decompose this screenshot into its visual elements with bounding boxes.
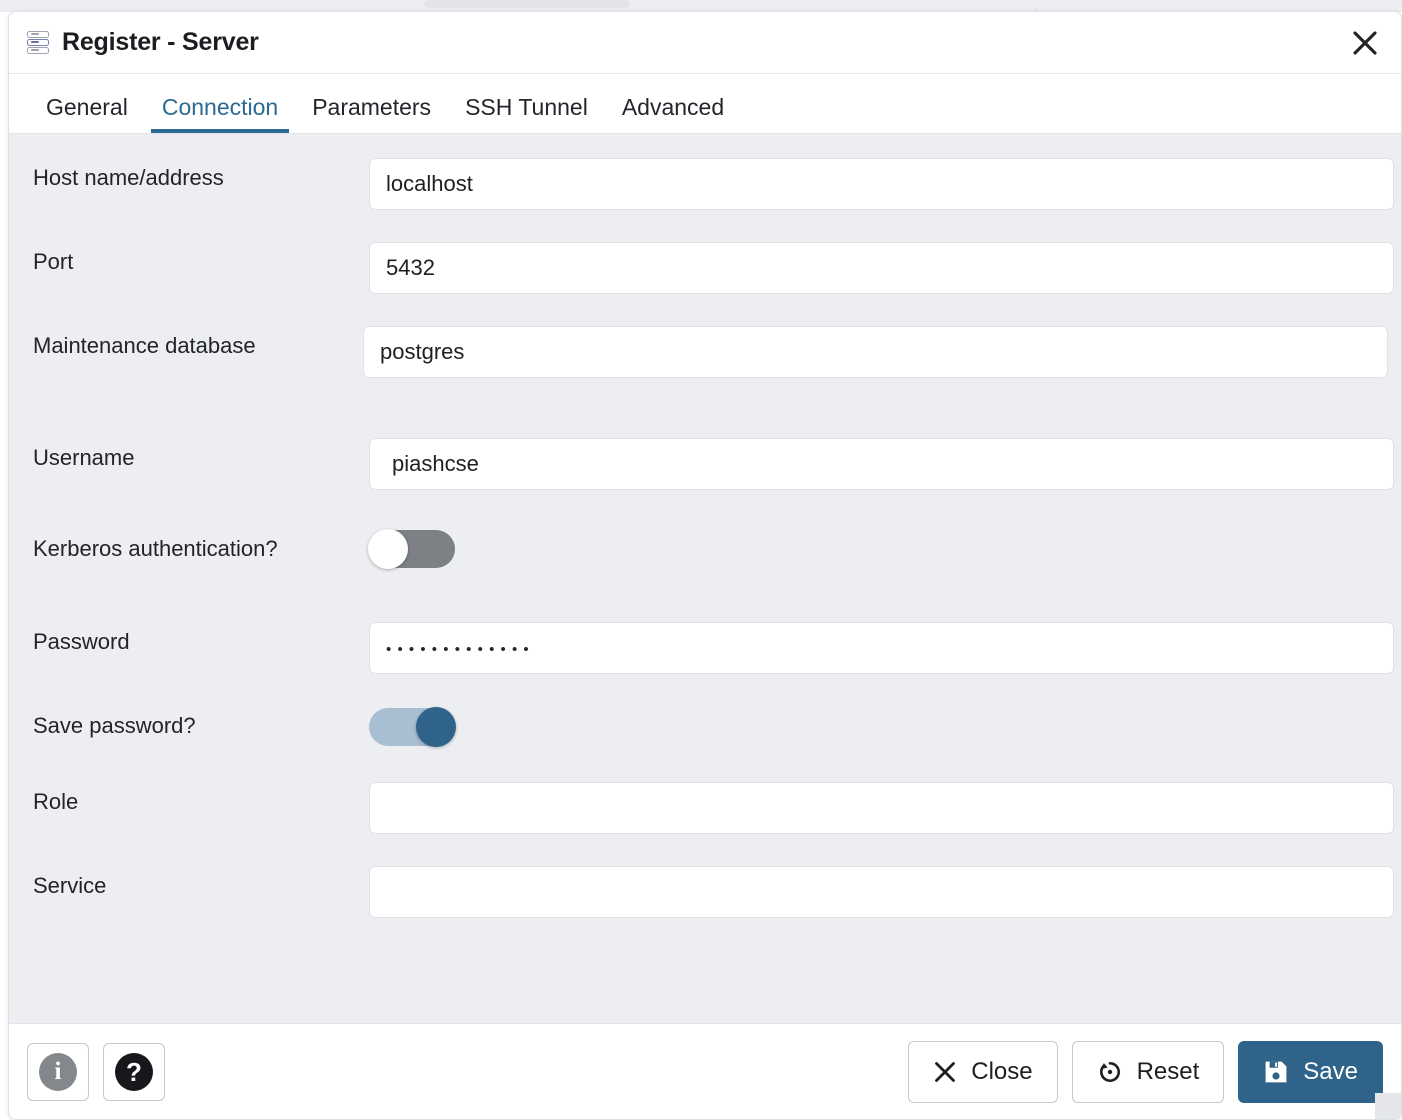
host-input[interactable] bbox=[369, 158, 1394, 210]
kerberos-authentication-toggle[interactable] bbox=[368, 529, 455, 569]
field-row-host: Host name/address bbox=[9, 134, 1401, 210]
server-stack-icon bbox=[27, 30, 49, 56]
footer-right-actions: Close Reset Save bbox=[908, 1040, 1383, 1103]
role-label: Role bbox=[33, 789, 79, 814]
service-input[interactable] bbox=[369, 866, 1394, 918]
save-button[interactable]: Save bbox=[1238, 1040, 1383, 1103]
reset-button[interactable]: Reset bbox=[1071, 1040, 1225, 1103]
username-label: Username bbox=[33, 445, 135, 470]
dialog-titlebar: Register - Server bbox=[9, 12, 1401, 74]
save-floppy-icon bbox=[1263, 1059, 1289, 1085]
field-row-kerberos: Kerberos authentication? bbox=[9, 490, 1401, 569]
host-label: Host name/address bbox=[33, 165, 224, 190]
role-input[interactable] bbox=[369, 782, 1394, 834]
password-label: Password bbox=[33, 629, 130, 654]
port-input[interactable] bbox=[369, 242, 1394, 294]
dialog-title: Register - Server bbox=[62, 28, 259, 56]
connection-form: Host name/address Port Maintenance datab… bbox=[9, 134, 1401, 1023]
reset-button-label: Reset bbox=[1136, 1057, 1200, 1085]
field-row-port: Port bbox=[9, 210, 1401, 294]
field-row-service: Service bbox=[9, 834, 1401, 918]
tab-general[interactable]: General bbox=[29, 96, 145, 133]
help-button[interactable]: ? bbox=[103, 1042, 165, 1101]
tab-connection[interactable]: Connection bbox=[145, 96, 295, 133]
save-password-label: Save password? bbox=[33, 713, 196, 738]
username-input[interactable] bbox=[369, 438, 1394, 490]
port-label: Port bbox=[33, 249, 74, 274]
field-row-username: Username bbox=[9, 378, 1401, 490]
footer-left-actions: i ? bbox=[27, 1042, 165, 1101]
reset-icon bbox=[1097, 1059, 1123, 1085]
info-button[interactable]: i bbox=[27, 1042, 89, 1101]
close-button-label: Close bbox=[971, 1057, 1033, 1085]
close-button[interactable]: Close bbox=[908, 1040, 1058, 1103]
resize-handle[interactable] bbox=[1375, 1093, 1401, 1119]
tab-advanced[interactable]: Advanced bbox=[605, 96, 741, 133]
kerberos-label: Kerberos authentication? bbox=[33, 536, 278, 561]
maintenance-database-label: Maintenance database bbox=[33, 333, 256, 358]
close-icon[interactable] bbox=[1343, 22, 1387, 64]
field-row-maintenance-database: Maintenance database bbox=[9, 294, 1401, 378]
register-server-dialog: Register - Server General Connection Par… bbox=[8, 11, 1402, 1120]
tab-ssh-tunnel[interactable]: SSH Tunnel bbox=[448, 96, 605, 133]
info-icon: i bbox=[39, 1052, 77, 1091]
field-row-role: Role bbox=[9, 746, 1401, 834]
password-input[interactable] bbox=[369, 622, 1394, 674]
save-button-label: Save bbox=[1303, 1057, 1358, 1085]
field-row-save-password: Save password? bbox=[9, 674, 1401, 747]
field-row-password: Password bbox=[9, 569, 1401, 674]
maintenance-database-input[interactable] bbox=[363, 326, 1388, 378]
tab-parameters[interactable]: Parameters bbox=[295, 96, 448, 133]
close-x-icon bbox=[933, 1060, 957, 1084]
save-password-toggle[interactable] bbox=[369, 707, 456, 747]
dialog-footer: i ? Close Reset Save bbox=[9, 1023, 1401, 1119]
help-icon: ? bbox=[115, 1052, 153, 1091]
background-toolbar-pill bbox=[424, 0, 630, 8]
dialog-tabs: General Connection Parameters SSH Tunnel… bbox=[9, 74, 1401, 134]
service-label: Service bbox=[33, 873, 107, 898]
